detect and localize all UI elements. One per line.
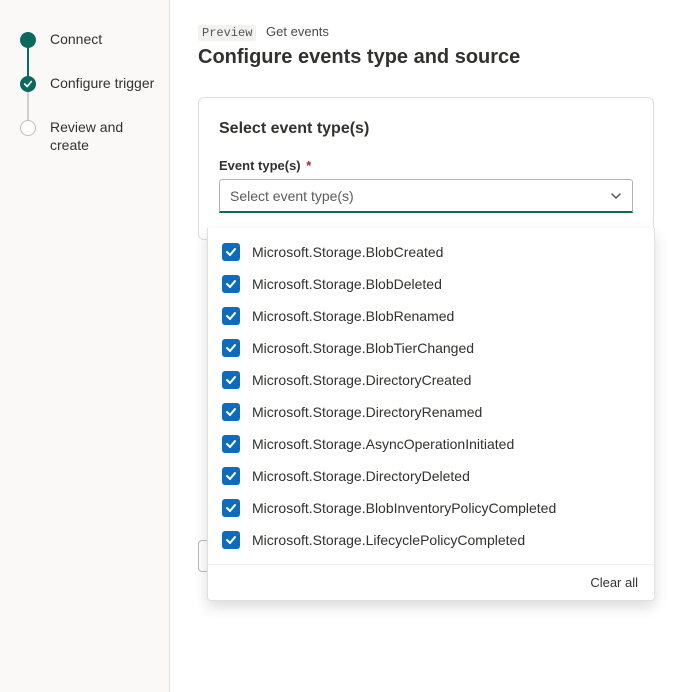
dropdown-option-label: Microsoft.Storage.BlobDeleted [252,276,442,292]
main-content: Preview Get events Configure events type… [170,0,679,692]
dropdown-option[interactable]: Microsoft.Storage.BlobRenamed [208,300,654,332]
dropdown-option[interactable]: Microsoft.Storage.DirectoryDeleted [208,460,654,492]
dropdown-option-label: Microsoft.Storage.AsyncOperationInitiate… [252,436,514,452]
dropdown-option[interactable]: Microsoft.Storage.BlobTierChanged [208,332,654,364]
step-label: Configure trigger [50,74,154,92]
event-type-card: Select event type(s) Event type(s) * Sel… [198,97,654,240]
dropdown-option[interactable]: Microsoft.Storage.BlobInventoryPolicyCom… [208,492,654,524]
dropdown-option-label: Microsoft.Storage.DirectoryDeleted [252,468,470,484]
dropdown-option-label: Microsoft.Storage.BlobInventoryPolicyCom… [252,500,556,516]
checkbox-checked-icon [222,275,240,293]
breadcrumb-text: Get events [266,24,329,39]
checkbox-checked-icon [222,339,240,357]
step-marker-empty-icon [20,120,36,136]
field-label: Event type(s) * [219,158,633,173]
checkbox-checked-icon [222,371,240,389]
section-title: Select event type(s) [219,120,633,138]
wizard-steps-sidebar: Connect Configure trigger Review and cre… [0,0,170,692]
dropdown-option[interactable]: Microsoft.Storage.DirectoryRenamed [208,396,654,428]
dropdown-option-label: Microsoft.Storage.BlobCreated [252,244,443,260]
step-connect[interactable]: Connect [20,30,157,74]
dropdown-option[interactable]: Microsoft.Storage.BlobCreated [208,236,654,268]
checkbox-checked-icon [222,403,240,421]
dropdown-placeholder: Select event type(s) [230,188,354,204]
chevron-down-icon [610,190,622,202]
breadcrumb: Preview Get events [198,24,679,40]
step-label: Connect [50,30,102,48]
event-types-dropdown-panel: Microsoft.Storage.BlobCreated Microsoft.S… [207,228,655,601]
field-label-text: Event type(s) [219,158,301,173]
dropdown-panel-footer: Clear all [208,564,654,600]
dropdown-option-label: Microsoft.Storage.LifecyclePolicyComplet… [252,532,525,548]
event-types-dropdown[interactable]: Select event type(s) [219,179,633,213]
dropdown-option-label: Microsoft.Storage.BlobRenamed [252,308,454,324]
checkbox-checked-icon [222,499,240,517]
step-configure-trigger[interactable]: Configure trigger [20,74,157,118]
checkbox-checked-icon [222,467,240,485]
dropdown-option[interactable]: Microsoft.Storage.AsyncOperationInitiate… [208,428,654,460]
step-connector [27,48,29,76]
step-marker-filled-icon [20,32,36,48]
preview-badge: Preview [198,25,256,41]
checkbox-checked-icon [222,531,240,549]
checkbox-checked-icon [222,307,240,325]
checkbox-checked-icon [222,435,240,453]
dropdown-option-label: Microsoft.Storage.BlobTierChanged [252,340,474,356]
page-title: Configure events type and source [198,46,679,69]
dropdown-option-label: Microsoft.Storage.DirectoryCreated [252,372,471,388]
check-icon [23,79,33,89]
dropdown-option[interactable]: Microsoft.Storage.DirectoryCreated [208,364,654,396]
dropdown-option-label: Microsoft.Storage.DirectoryRenamed [252,404,482,420]
dropdown-option[interactable]: Microsoft.Storage.BlobDeleted [208,268,654,300]
checkbox-checked-icon [222,243,240,261]
dropdown-option[interactable]: Microsoft.Storage.LifecyclePolicyComplet… [208,524,654,556]
step-label: Review and create [50,118,157,154]
required-marker: * [306,158,311,173]
step-marker-checked-icon [20,76,36,92]
dropdown-option-list: Microsoft.Storage.BlobCreated Microsoft.S… [208,228,654,564]
step-connector [27,92,29,120]
step-review-create[interactable]: Review and create [20,118,157,154]
clear-all-button[interactable]: Clear all [590,575,638,590]
